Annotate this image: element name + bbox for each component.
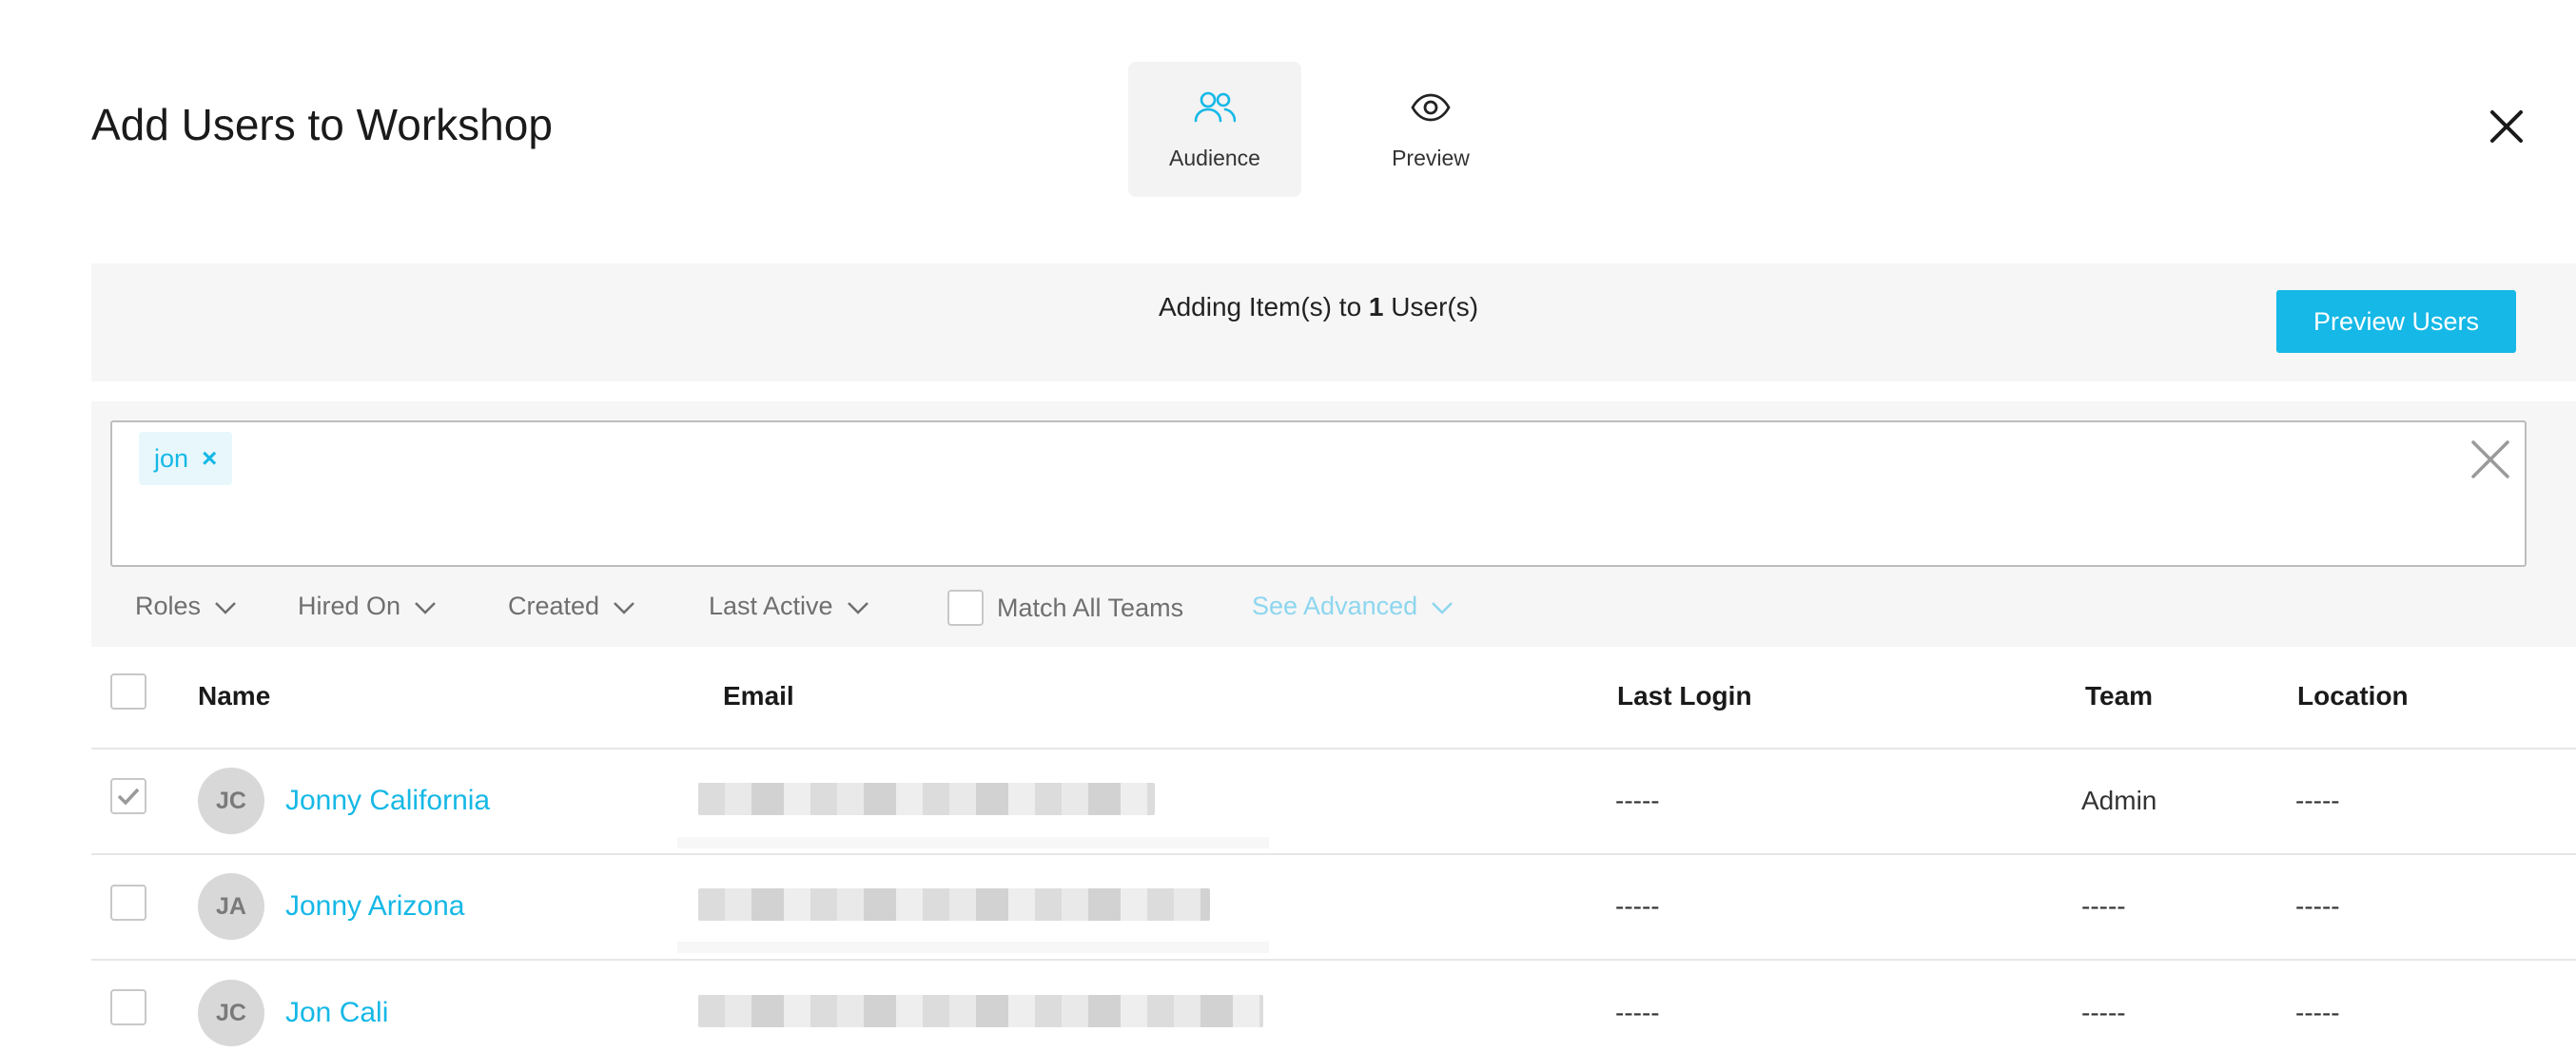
location-cell: ----- xyxy=(2295,786,2340,815)
select-all-checkbox[interactable] xyxy=(110,673,146,710)
column-header-last-login[interactable]: Last Login xyxy=(1617,681,1752,711)
email-redacted xyxy=(698,783,1155,815)
last-active-filter[interactable]: Last Active xyxy=(709,592,869,621)
column-header-name[interactable]: Name xyxy=(198,681,270,711)
eye-icon xyxy=(1411,87,1451,128)
tab-audience-label: Audience xyxy=(1169,146,1260,170)
created-filter[interactable]: Created xyxy=(508,592,635,621)
chevron-down-icon xyxy=(613,592,635,621)
table-divider xyxy=(91,748,2576,750)
search-chip[interactable]: jon × xyxy=(139,432,233,485)
roles-filter[interactable]: Roles xyxy=(135,592,237,621)
avatar: JA xyxy=(198,873,264,940)
table-divider xyxy=(91,853,2576,855)
user-name-link[interactable]: Jon Cali xyxy=(285,997,388,1029)
search-input[interactable] xyxy=(110,420,2527,567)
location-cell: ----- xyxy=(2295,998,2340,1027)
avatar: JC xyxy=(198,768,264,834)
row-checkbox[interactable] xyxy=(110,989,146,1025)
last-login-cell: ----- xyxy=(1615,998,1660,1027)
clear-search-icon[interactable] xyxy=(2469,438,2511,480)
match-all-teams-toggle[interactable]: Match All Teams xyxy=(947,590,1183,626)
table-divider xyxy=(91,959,2576,961)
checkmark-icon xyxy=(117,788,140,806)
see-advanced-link[interactable]: See Advanced xyxy=(1252,592,1454,621)
match-all-teams-label: Match All Teams xyxy=(997,593,1184,622)
team-cell: ----- xyxy=(2081,998,2126,1027)
tab-preview-label: Preview xyxy=(1392,146,1470,170)
created-filter-label: Created xyxy=(508,592,600,620)
last-login-cell: ----- xyxy=(1615,891,1660,921)
tab-audience[interactable]: Audience xyxy=(1128,62,1301,197)
redaction-blur xyxy=(677,837,1269,848)
row-checkbox[interactable] xyxy=(110,778,146,814)
last-login-cell: ----- xyxy=(1615,786,1660,815)
users-icon xyxy=(1194,87,1236,128)
team-cell: ----- xyxy=(2081,891,2126,921)
summary-banner: Adding Item(s) to 1 User(s) xyxy=(91,263,2576,381)
tab-preview[interactable]: Preview xyxy=(1344,62,1517,197)
roles-filter-label: Roles xyxy=(135,592,202,620)
last-active-filter-label: Last Active xyxy=(709,592,833,620)
summary-text: Adding Item(s) to 1 User(s) xyxy=(1158,292,1479,321)
search-chip-label: jon xyxy=(154,443,189,473)
hired-on-filter-label: Hired On xyxy=(298,592,401,620)
modal-title: Add Users to Workshop xyxy=(91,100,553,149)
email-redacted xyxy=(698,995,1263,1027)
email-redacted xyxy=(698,888,1210,921)
user-name-link[interactable]: Jonny California xyxy=(285,785,490,817)
team-cell: Admin xyxy=(2081,786,2157,815)
chevron-down-icon xyxy=(214,592,237,621)
close-icon[interactable] xyxy=(2483,103,2530,150)
column-header-location[interactable]: Location xyxy=(2297,681,2409,711)
column-header-email[interactable]: Email xyxy=(723,681,794,711)
chevron-down-icon xyxy=(847,592,869,621)
avatar: JC xyxy=(198,980,264,1046)
user-count: 1 xyxy=(1368,292,1384,321)
row-checkbox[interactable] xyxy=(110,885,146,921)
see-advanced-label: See Advanced xyxy=(1252,592,1418,620)
preview-users-button[interactable]: Preview Users xyxy=(2276,290,2516,353)
column-header-team[interactable]: Team xyxy=(2085,681,2153,711)
chevron-down-icon xyxy=(414,592,437,621)
redaction-blur xyxy=(677,942,1269,953)
user-name-link[interactable]: Jonny Arizona xyxy=(285,890,464,923)
remove-chip-icon[interactable]: × xyxy=(202,443,217,474)
add-users-modal: Add Users to Workshop Audience Preview A… xyxy=(0,0,2576,1052)
match-all-teams-checkbox[interactable] xyxy=(947,590,984,626)
chevron-down-icon xyxy=(1431,592,1454,621)
location-cell: ----- xyxy=(2295,891,2340,921)
hired-on-filter[interactable]: Hired On xyxy=(298,592,437,621)
